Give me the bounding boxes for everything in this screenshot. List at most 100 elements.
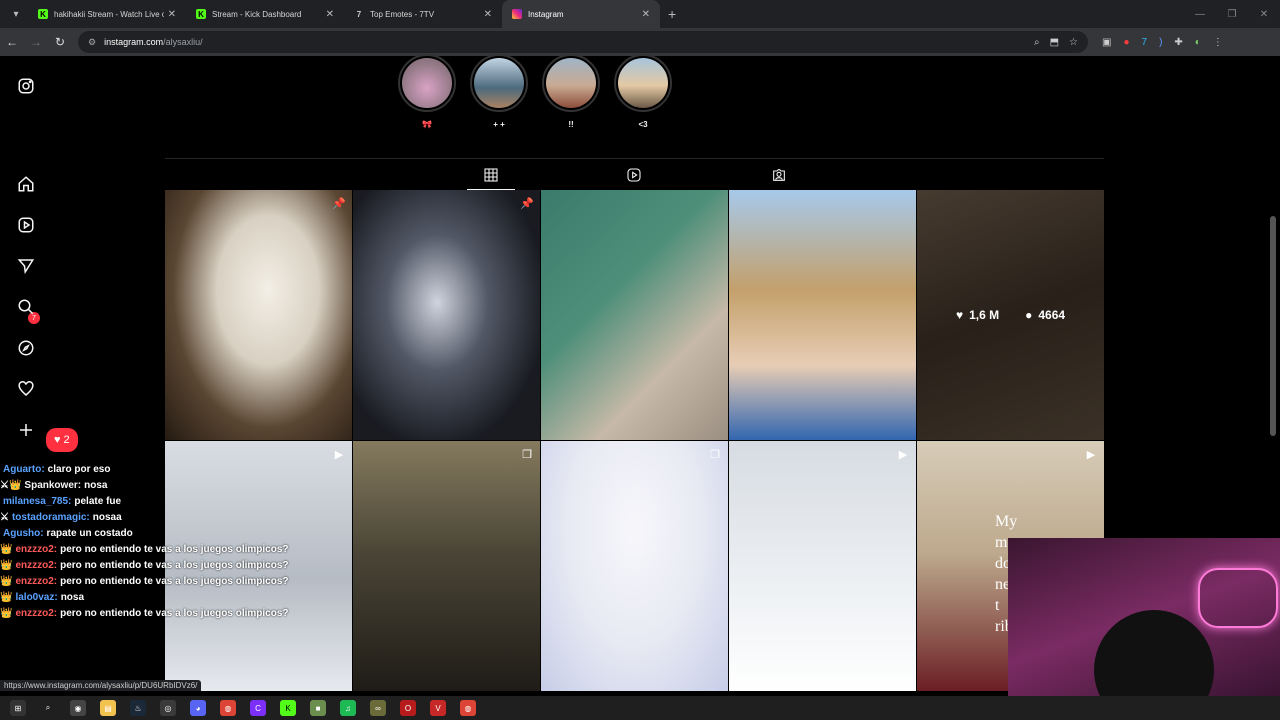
extensions-puzzle-icon[interactable]: ✚: [1174, 37, 1182, 48]
pinned-icon: 📌: [332, 197, 346, 210]
close-icon[interactable]: ✕: [642, 9, 650, 20]
chat-text: nosa: [60, 592, 85, 603]
search-icon[interactable]: ⌕: [40, 700, 56, 716]
tab-title: Top Emotes - 7TV: [370, 9, 435, 19]
chat-badges: 👑: [0, 576, 13, 587]
chat-badges: 👑: [0, 544, 13, 555]
highlight-label: <3: [638, 120, 648, 129]
avatar[interactable]: ◉: [70, 700, 86, 716]
back-button[interactable]: ←: [0, 30, 24, 54]
chat-username[interactable]: enzzzo2:: [15, 542, 57, 558]
story-highlights: 🎀 + + !! <3: [398, 54, 672, 129]
obs-icon[interactable]: ◎: [160, 700, 176, 716]
highlight-label: 🎀: [422, 120, 432, 129]
chrome-icon[interactable]: ◍: [220, 700, 236, 716]
windows-taskbar: ⊞ ⌕ ◉ ▤ ♨ ◎ ◕ ◍ C K ■ ♫ ∞ O V ◍: [0, 696, 1280, 720]
instagram-logo-icon[interactable]: [14, 74, 38, 98]
search-icon[interactable]: [14, 295, 38, 319]
discord-icon[interactable]: ◕: [190, 700, 206, 716]
chat-text: pero no entiendo te vas a los juegos oli…: [60, 576, 289, 587]
post-hover-overlay: ♥ 1,6 M ● 4664: [917, 190, 1104, 440]
start-icon[interactable]: ⊞: [10, 700, 26, 716]
chat-username[interactable]: milanesa_785:: [3, 494, 71, 510]
file-explorer-icon[interactable]: ▤: [100, 700, 116, 716]
bookmark-star-icon[interactable]: ☆: [1069, 37, 1078, 48]
close-icon[interactable]: ✕: [484, 9, 492, 20]
chat-username[interactable]: enzzzo2:: [15, 606, 57, 622]
highlight-item[interactable]: + +: [470, 54, 528, 129]
window-close-button[interactable]: ✕: [1248, 0, 1280, 28]
reload-button[interactable]: ↻: [48, 30, 72, 54]
carousel-icon: ❐: [522, 448, 532, 461]
chat-badges: ⚔👑: [0, 480, 22, 491]
forward-button[interactable]: →: [24, 30, 48, 54]
spotify-icon[interactable]: ♫: [340, 700, 356, 716]
explore-icon[interactable]: [14, 336, 38, 360]
zoom-icon[interactable]: ⌕: [1034, 37, 1040, 48]
extension-icon[interactable]: ▣: [1102, 37, 1111, 48]
highlight-item[interactable]: <3: [614, 54, 672, 129]
tab-posts-grid-icon[interactable]: [479, 165, 503, 185]
url-host: instagram.com: [104, 37, 164, 47]
chat-username[interactable]: enzzzo2:: [15, 558, 57, 574]
post-tile[interactable]: ❐: [353, 441, 540, 691]
instagram-icon: [512, 9, 522, 19]
home-icon[interactable]: [14, 172, 38, 196]
chat-username[interactable]: Agusho:: [3, 526, 44, 542]
post-tile[interactable]: ❐: [541, 441, 728, 691]
chat-username[interactable]: Spankower:: [24, 478, 81, 494]
tab-search-button[interactable]: ▾: [4, 4, 28, 24]
tab-hakihakii-stream[interactable]: K hakihakii Stream - Watch Live o ✕: [28, 0, 186, 28]
tab-title: hakihakii Stream - Watch Live o: [54, 9, 164, 19]
tab-kick-dashboard[interactable]: K Stream - Kick Dashboard ✕: [186, 0, 344, 28]
stream-chat-overlay: Aguarto: claro por eso ⚔👑 Spankower: nosa mil…: [0, 462, 330, 622]
tab-tagged-icon[interactable]: [767, 165, 791, 185]
steam-icon[interactable]: ♨: [130, 700, 146, 716]
chat-username[interactable]: enzzzo2:: [15, 574, 57, 590]
notification-pill[interactable]: ♥ 2: [46, 428, 78, 452]
tab-instagram[interactable]: Instagram ✕: [502, 0, 660, 28]
chat-username[interactable]: lalo0vaz:: [15, 590, 57, 606]
extension-icon[interactable]: 7: [1142, 37, 1148, 48]
voicemeeter-icon[interactable]: V: [430, 700, 446, 716]
close-icon[interactable]: ✕: [168, 9, 176, 20]
page-scrollbar[interactable]: [1270, 216, 1276, 436]
post-tile[interactable]: 📌: [165, 190, 352, 440]
address-bar[interactable]: ⚙ instagram.com/alysaxliu/ ⌕ ⬒ ☆: [78, 31, 1088, 53]
opera-icon[interactable]: O: [400, 700, 416, 716]
browser-menu-icon[interactable]: ⋮: [1213, 37, 1223, 48]
post-tile[interactable]: 📌: [353, 190, 540, 440]
messages-icon[interactable]: [14, 254, 38, 278]
profile-avatar[interactable]: ◐: [1195, 37, 1201, 48]
tab-reels-icon[interactable]: [622, 165, 646, 185]
highlight-item[interactable]: !!: [542, 54, 600, 129]
app-icon[interactable]: C: [250, 700, 266, 716]
window-controls: — ❐ ✕: [1184, 0, 1280, 28]
chat-message: 👑 enzzzo2: pero no entiendo te vas a los j…: [0, 574, 330, 590]
maximize-button[interactable]: ❐: [1216, 0, 1248, 28]
post-tile-hovered[interactable]: ♥ 1,6 M ● 4664: [917, 190, 1104, 440]
reels-icon[interactable]: [14, 213, 38, 237]
tab-7tv[interactable]: 7 Top Emotes - 7TV ✕: [344, 0, 502, 28]
extensions-area: ▣ ● 7 ) ✚ ◐ ⋮: [1102, 37, 1223, 48]
app-icon[interactable]: ∞: [370, 700, 386, 716]
post-tile[interactable]: [729, 190, 916, 440]
install-icon[interactable]: ⬒: [1050, 37, 1059, 48]
chat-message: ⚔👑 Spankower: nosa: [0, 478, 330, 494]
extension-icon[interactable]: ): [1159, 37, 1162, 48]
create-plus-icon[interactable]: [14, 418, 38, 442]
site-info-icon[interactable]: ⚙: [88, 37, 96, 48]
kick-icon[interactable]: K: [280, 700, 296, 716]
minecraft-icon[interactable]: ■: [310, 700, 326, 716]
chat-username[interactable]: tostadoramagic:: [12, 510, 90, 526]
new-tab-button[interactable]: +: [668, 6, 676, 22]
chat-username[interactable]: Aguarto:: [3, 462, 45, 478]
post-tile[interactable]: [541, 190, 728, 440]
close-icon[interactable]: ✕: [326, 9, 334, 20]
notifications-heart-icon[interactable]: [14, 377, 38, 401]
post-tile[interactable]: ▶: [729, 441, 916, 691]
extension-icon[interactable]: ●: [1123, 37, 1129, 48]
minimize-button[interactable]: —: [1184, 0, 1216, 28]
highlight-item[interactable]: 🎀: [398, 54, 456, 129]
chrome-icon[interactable]: ◍: [460, 700, 476, 716]
